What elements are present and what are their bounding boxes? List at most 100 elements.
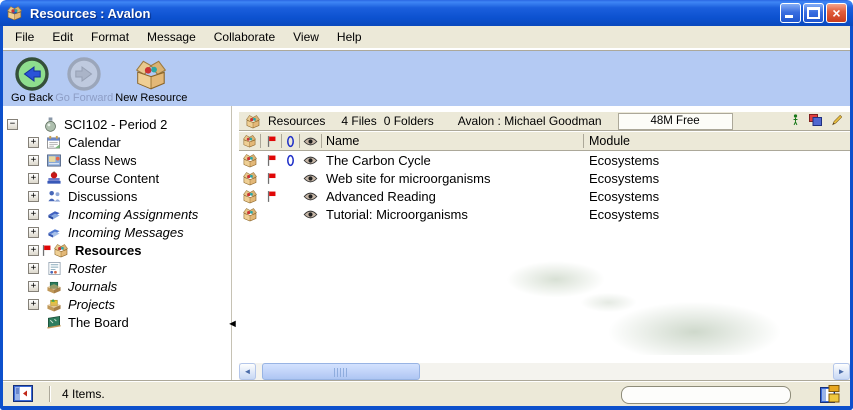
- sidebar-item-roster[interactable]: + Roster: [3, 259, 231, 277]
- sidebar-item-label: The Board: [68, 315, 129, 330]
- sidebar-item-course-content[interactable]: + Course Content: [3, 169, 231, 187]
- menu-help[interactable]: Help: [328, 27, 371, 47]
- file-name[interactable]: The Carbon Cycle: [322, 153, 583, 168]
- collapse-toggle-icon[interactable]: −: [7, 119, 18, 130]
- resource-box-icon: [239, 171, 260, 186]
- expand-toggle-icon[interactable]: +: [28, 209, 39, 220]
- expand-toggle-icon[interactable]: +: [28, 281, 39, 292]
- column-header-name[interactable]: Name: [322, 134, 583, 148]
- expand-toggle-icon[interactable]: +: [28, 155, 39, 166]
- panel-toggle-icon[interactable]: [13, 385, 33, 402]
- sidebar-item-label: Projects: [68, 297, 115, 312]
- expand-toggle-icon[interactable]: +: [28, 245, 39, 256]
- resource-box-icon: [245, 114, 261, 129]
- eye-column-icon[interactable]: [300, 137, 321, 146]
- app-window: Resources : Avalon × File Edit Format Me…: [0, 0, 853, 410]
- expand-toggle-icon[interactable]: +: [28, 137, 39, 148]
- resource-box-icon: [239, 189, 260, 204]
- calendar-icon: [45, 134, 63, 150]
- news-icon: [45, 152, 63, 168]
- file-count: 4 Files: [341, 114, 376, 128]
- account-name: Avalon : Michael Goodman: [458, 114, 602, 128]
- table-row[interactable]: Tutorial: Microorganisms Ecosystems: [239, 205, 850, 223]
- menu-file[interactable]: File: [6, 27, 43, 47]
- titlebar[interactable]: Resources : Avalon ×: [0, 0, 853, 26]
- file-module: Ecosystems: [584, 189, 850, 204]
- window-border-bottom: [0, 406, 853, 410]
- status-progress-field: [621, 386, 791, 404]
- scroll-left-button[interactable]: ◄: [239, 363, 256, 380]
- file-module: Ecosystems: [584, 171, 850, 186]
- expand-toggle-icon[interactable]: +: [28, 191, 39, 202]
- scroll-right-button[interactable]: ►: [833, 363, 850, 380]
- paperclip-column-icon[interactable]: [282, 135, 299, 148]
- menu-edit[interactable]: Edit: [43, 27, 82, 47]
- chalkboard-icon: [45, 314, 63, 330]
- resource-box-icon: [239, 207, 260, 222]
- layout-icon[interactable]: [820, 385, 840, 403]
- tree-root-label: SCI102 - Period 2: [64, 117, 167, 132]
- expand-toggle-icon[interactable]: +: [28, 299, 39, 310]
- toolbar: Go Back Go Forward New Resource: [3, 50, 850, 106]
- pencil-icon[interactable]: [831, 114, 842, 129]
- expand-toggle-icon[interactable]: +: [28, 227, 39, 238]
- sidebar-item-label: Discussions: [68, 189, 137, 204]
- sidebar-item-calendar[interactable]: + Calendar: [3, 133, 231, 151]
- expand-toggle-icon[interactable]: +: [28, 173, 39, 184]
- splitter-collapse-arrow[interactable]: ◄: [227, 319, 238, 330]
- menu-message[interactable]: Message: [138, 27, 205, 47]
- sidebar-item-label: Resources: [75, 243, 141, 258]
- file-name[interactable]: Web site for microorganisms: [322, 171, 583, 186]
- go-back-label: Go Back: [11, 92, 53, 104]
- horizontal-scrollbar[interactable]: ◄ ►: [239, 363, 850, 380]
- table-row[interactable]: Advanced Reading Ecosystems: [239, 187, 850, 205]
- sidebar-item-the-board[interactable]: The Board: [3, 313, 231, 331]
- menu-bar: File Edit Format Message Collaborate Vie…: [3, 26, 850, 49]
- windows-icon[interactable]: [809, 114, 822, 129]
- paperclip-icon: [282, 154, 299, 167]
- sidebar-item-discussions[interactable]: + Discussions: [3, 187, 231, 205]
- incoming-stack-icon: [45, 206, 63, 222]
- sidebar-item-class-news[interactable]: + Class News: [3, 151, 231, 169]
- sidebar-item-label: Journals: [68, 279, 117, 294]
- go-back-button[interactable]: Go Back: [11, 56, 53, 104]
- close-button[interactable]: ×: [826, 3, 847, 23]
- table-row[interactable]: Web site for microorganisms Ecosystems: [239, 169, 850, 187]
- new-resource-button[interactable]: New Resource: [115, 56, 187, 104]
- file-name[interactable]: Tutorial: Microorganisms: [322, 207, 583, 222]
- folder-count: 0 Folders: [384, 114, 434, 128]
- sidebar-item-incoming-messages[interactable]: + Incoming Messages: [3, 223, 231, 241]
- file-module: Ecosystems: [584, 153, 850, 168]
- column-header-module[interactable]: Module: [584, 134, 850, 148]
- flag-icon: [261, 173, 281, 184]
- user-presence-icon[interactable]: [791, 114, 800, 129]
- scrollbar-track[interactable]: [256, 363, 833, 380]
- file-name[interactable]: Advanced Reading: [322, 189, 583, 204]
- resource-box-icon: [52, 242, 70, 258]
- window-controls: ×: [780, 3, 847, 23]
- sidebar-item-journals[interactable]: + Journals: [3, 277, 231, 295]
- tree-root-course[interactable]: − SCI102 - Period 2: [3, 115, 231, 133]
- scrollbar-thumb[interactable]: [262, 363, 420, 380]
- sidebar-item-projects[interactable]: + Projects: [3, 295, 231, 313]
- menu-view[interactable]: View: [284, 27, 328, 47]
- eye-icon: [300, 174, 321, 183]
- go-forward-button: Go Forward: [55, 56, 113, 104]
- window-border-left: [0, 26, 3, 410]
- sidebar-item-resources[interactable]: + Resources: [3, 241, 231, 259]
- resource-box-icon[interactable]: [239, 134, 260, 148]
- flag-column-icon[interactable]: [261, 136, 281, 147]
- table-row[interactable]: The Carbon Cycle Ecosystems: [239, 151, 850, 169]
- flag-icon: [261, 191, 281, 202]
- sidebar-item-incoming-assignments[interactable]: + Incoming Assignments: [3, 205, 231, 223]
- map-watermark: [470, 250, 800, 355]
- menu-collaborate[interactable]: Collaborate: [205, 27, 284, 47]
- free-space-label: 48M Free: [650, 115, 699, 127]
- minimize-button[interactable]: [780, 3, 801, 23]
- resource-box-icon: [6, 5, 24, 22]
- expand-toggle-icon[interactable]: +: [28, 263, 39, 274]
- file-list: The Carbon Cycle Ecosystems Web si: [239, 151, 850, 223]
- maximize-button[interactable]: [803, 3, 824, 23]
- journals-icon: [45, 278, 63, 294]
- menu-format[interactable]: Format: [82, 27, 138, 47]
